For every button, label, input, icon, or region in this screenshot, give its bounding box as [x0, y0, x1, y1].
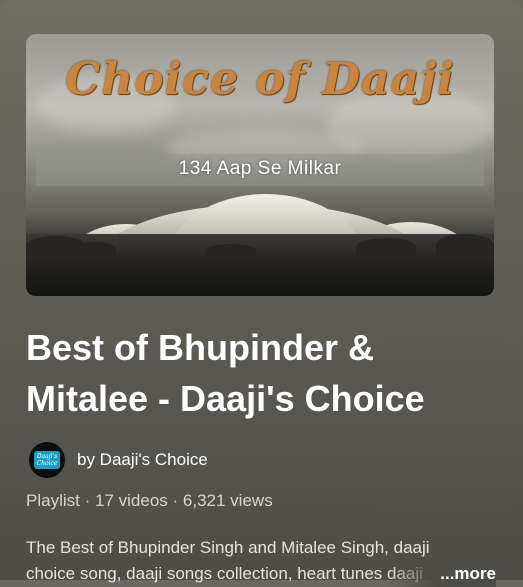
playlist-thumbnail[interactable]: Choice of Daaji 134 Aap Se Milkar: [26, 34, 494, 296]
description-line: The Best of Bhupinder Singh and Mitalee …: [26, 538, 430, 557]
video-count: 17 videos: [95, 491, 168, 510]
channel-avatar-logo: Daaji's Choice: [34, 451, 60, 469]
description-fade: [388, 561, 438, 587]
playlist-description[interactable]: The Best of Bhupinder Singh and Mitalee …: [26, 535, 496, 587]
meta-separator: ·: [172, 491, 179, 510]
more-button[interactable]: ...more: [438, 561, 496, 587]
meta-separator: ·: [84, 491, 91, 510]
tree-line: [26, 234, 494, 296]
channel-row[interactable]: Daaji's Choice by Daaji's Choice: [29, 442, 208, 478]
playlist-type: Playlist: [26, 491, 80, 510]
view-count: 6,321 views: [182, 491, 273, 510]
channel-avatar[interactable]: Daaji's Choice: [29, 442, 65, 478]
description-line: choice song, daaji songs collection, hea…: [26, 564, 423, 583]
channel-name-link[interactable]: by Daaji's Choice: [77, 450, 208, 470]
playlist-meta: Playlist · 17 videos · 6,321 views: [26, 491, 273, 511]
description-line-truncated: choice song, daaji songs collection, hea…: [26, 561, 496, 587]
playlist-title: Best of Bhupinder & Mitalee - Daaji's Ch…: [26, 327, 425, 419]
thumbnail-logo-text: Choice of Daaji: [65, 54, 455, 105]
thumbnail-caption: 134 Aap Se Milkar: [178, 158, 342, 179]
